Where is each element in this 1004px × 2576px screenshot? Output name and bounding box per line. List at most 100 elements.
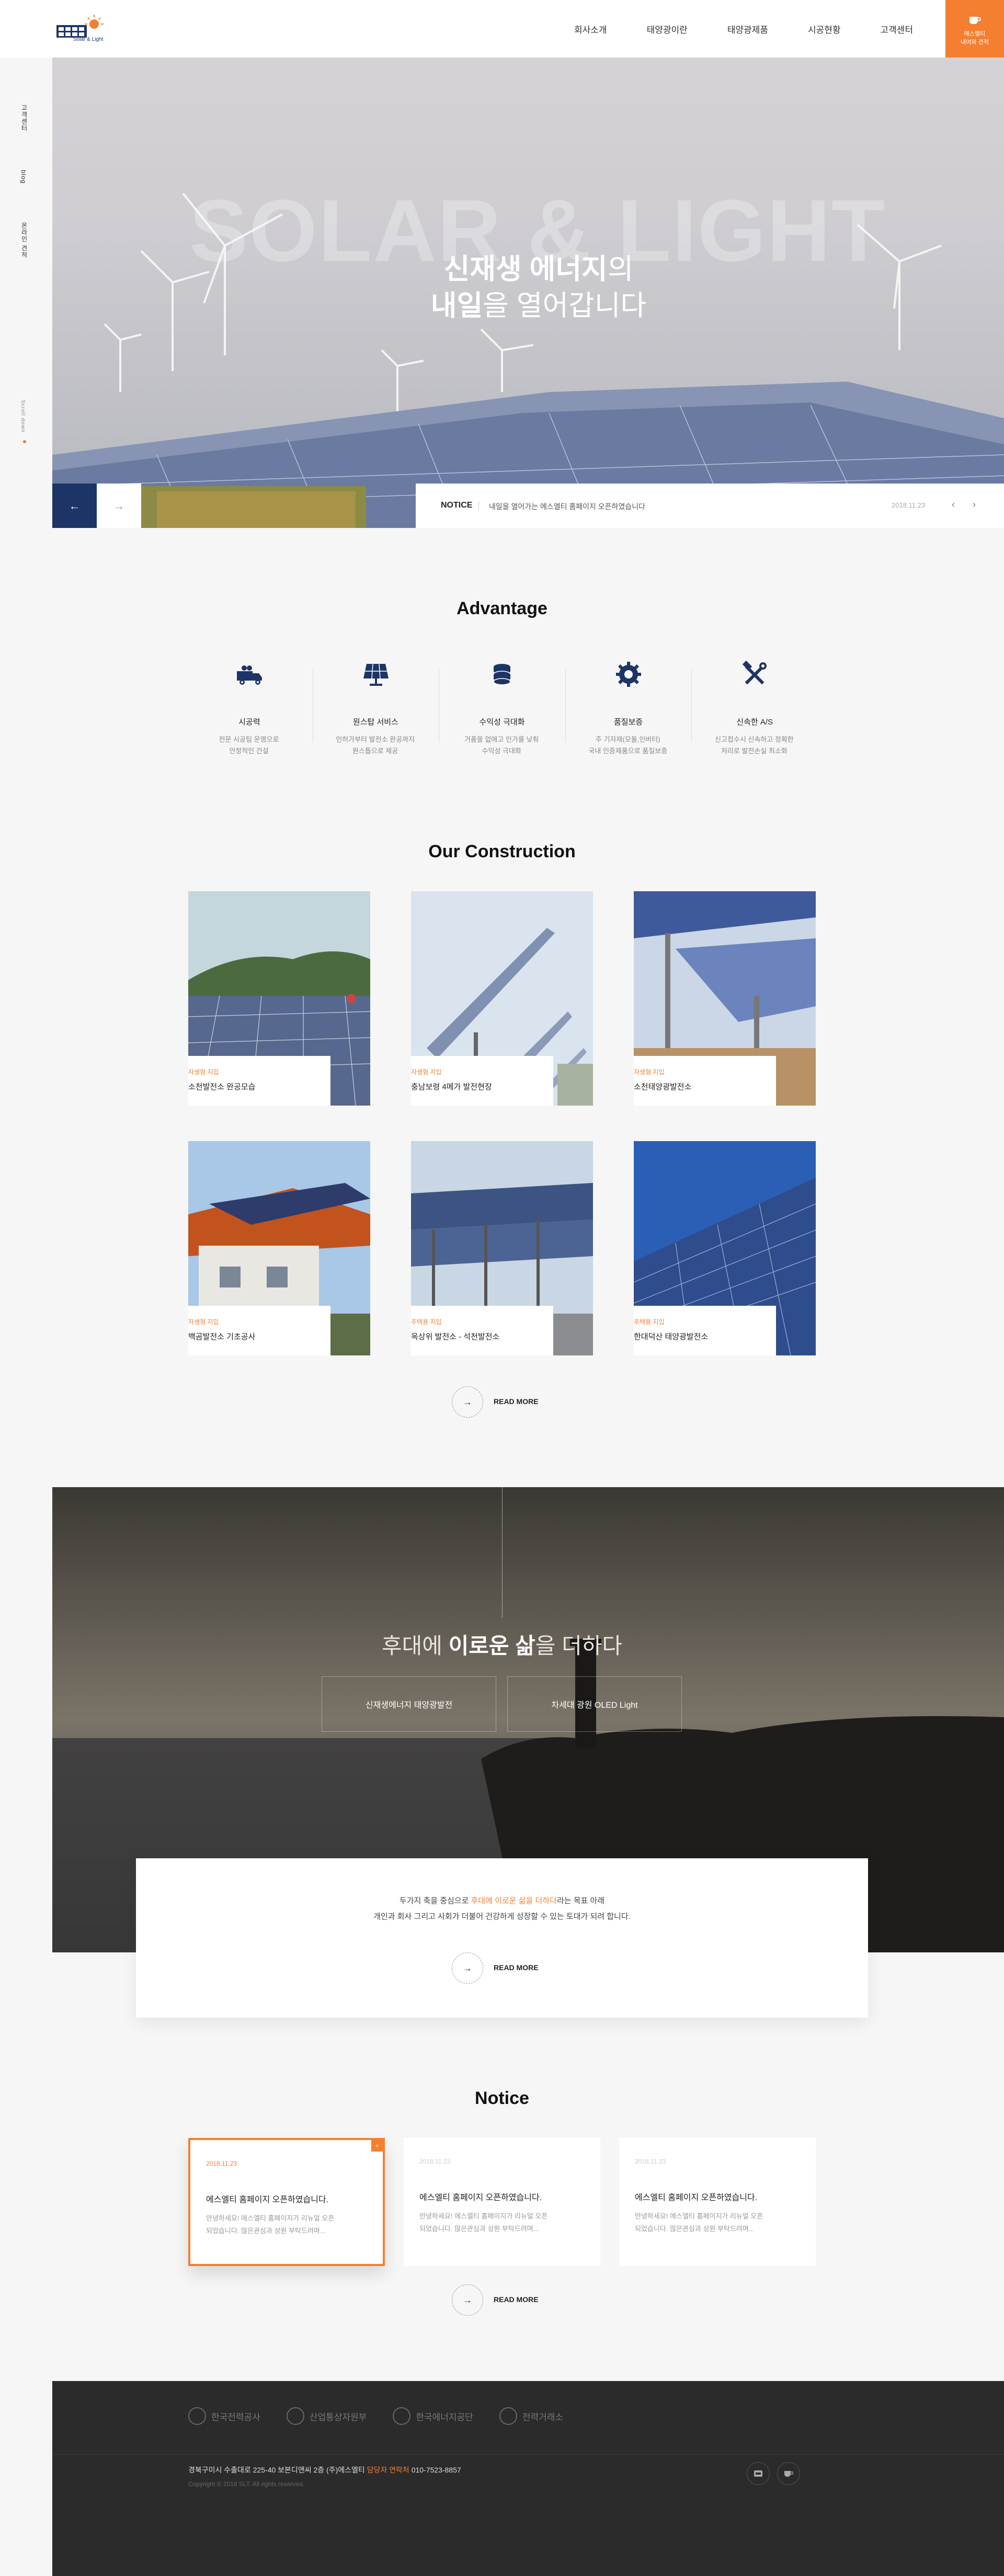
kepco-logo-icon (188, 2407, 206, 2425)
advantage-desc: 거품을 없애고 인가를 낮춰 수익성 극대화 (464, 735, 539, 755)
logo-text: Solar & Light (73, 37, 104, 42)
notice-ticker-text[interactable]: 내일을 열어가는 에스엘티 홈페이지 오픈하였습니다 (489, 501, 645, 512)
construction-card[interactable]: 자생형 지입 백곰발전소 기초공사 (188, 1141, 370, 1355)
promo-title: 후대에 이로운 삶을 더하다 (381, 1634, 623, 1658)
scroll-indicator (23, 440, 26, 443)
nav-support[interactable]: 고객센터 (881, 22, 914, 36)
promo-solar-button[interactable]: 신재생에너지 태양광발전 (322, 1676, 496, 1732)
arrow-right-icon: → (452, 1386, 483, 1418)
card-title: 충남보령 4메가 발전현장 (411, 1083, 492, 1091)
quote-button[interactable]: 에스엘티 내여와 견적 (945, 0, 1004, 58)
notice-card[interactable]: 2018.11.23 에스엘티 홈페이지 오픈하였습니다. 안녕하세요! 에스엘… (404, 2138, 600, 2266)
notice-ticker: NOTICE 내일을 열어가는 에스엘티 홈페이지 오픈하였습니다 2018.1… (416, 484, 1004, 528)
quote-label-1: 에스엘티 (964, 31, 986, 37)
divider (478, 501, 479, 510)
chevron-right-icon[interactable]: › (973, 499, 976, 510)
coins-icon (493, 664, 511, 685)
read-more-label: READ MORE (494, 1963, 539, 1972)
construction-card[interactable]: 자생형 지입 소천발전소 완공모습 (188, 891, 370, 1106)
main-nav: 회사소개 태양광이란 태양광제품 시공현황 고객센터 (554, 0, 933, 58)
nav-company[interactable]: 회사소개 (574, 22, 607, 36)
blog-icon (754, 2470, 762, 2477)
notice-card[interactable]: 2018.11.23 에스엘티 홈페이지 오픈하였습니다. 안녕하세요! 에스엘… (619, 2138, 816, 2266)
notice-card-title: 에스엘티 홈페이지 오픈하였습니다. (635, 2193, 758, 2202)
tools-icon (743, 660, 767, 685)
construction-card[interactable]: 주택용 지입 옥상위 발전소 - 석천발전소 (411, 1141, 593, 1355)
cup-icon (784, 2471, 793, 2477)
notice-card-body: 안녕하세요! 에스엘티 홈페이지가 리뉴얼 오픈 되었습니다. 많은관심과 성원 … (206, 2214, 335, 2235)
side-link-quote[interactable]: 온라인 견적 (20, 222, 29, 258)
motie-logo-icon (286, 2407, 304, 2425)
advantage-name: 신속한 A/S (736, 718, 773, 727)
construction-card[interactable]: 자생형 지입 충남보령 4메가 발전현장 (411, 891, 593, 1106)
advantage-desc: 주 기자재(모듈,인버터) 국내 인증제품으로 품질보증 (588, 735, 668, 755)
advantage-item: 시공력 전문 시공팀 운영으로 안정적인 건설 (186, 659, 313, 768)
hero-next-button[interactable]: → (97, 484, 141, 528)
card-caption: 주택용 지입 한대덕산 태양광발전소 (634, 1306, 776, 1355)
advantage-list: 시공력 전문 시공팀 운영으로 안정적인 건설 원스탑 서비스 인허가부터 발전소… (186, 659, 818, 768)
notice-date: 2018.11.23 (206, 2160, 237, 2167)
card-caption: 자생형 지입 충남보령 4메가 발전현장 (411, 1056, 553, 1106)
notice-card[interactable]: + 2018.11.23 에스엘티 홈페이지 오픈하였습니다. 안녕하세요! 에… (188, 2138, 385, 2266)
chevron-left-icon[interactable]: ‹ (952, 499, 955, 510)
construction-card[interactable]: 주택용 지입 한대덕산 태양광발전소 (634, 1141, 816, 1355)
arrow-right-icon: → (452, 2284, 483, 2316)
advantage-name: 수익성 극대화 (479, 718, 525, 727)
notice-card-body: 안녕하세요! 에스엘티 홈페이지가 리뉴얼 오픈 되었습니다. 많은관심과 성원 … (635, 2212, 763, 2233)
card-category: 자생형 지입 (411, 1068, 442, 1076)
hero-title-line2: 내일을 열어갑니다 (430, 290, 647, 321)
hero-banner: SOLAR & LIGHT 신재생 에너지의 내일을 열어갑니다 (52, 58, 1004, 528)
promo-text-line1: 두가지 축을 중심으로 후대에 이로운 삶을 더하다라는 목표 아래 (399, 1896, 605, 1905)
blog-link-button[interactable] (747, 2462, 770, 2485)
hero-controls: ← → (52, 484, 141, 528)
advantage-item: 원스탑 서비스 인허가부터 발전소 완공까지 원스톱으로 제공 (312, 659, 439, 768)
card-category: 자생형 지입 (188, 1318, 219, 1326)
partner-logo-motie[interactable]: 산업통상자원부 (286, 2407, 367, 2425)
partner-logo-kepco[interactable]: 한국전력공사 (188, 2407, 260, 2425)
notice-card-title: 에스엘티 홈페이지 오픈하였습니다. (206, 2195, 329, 2204)
arrow-left-icon: ← (69, 499, 81, 512)
partner-logo-energy-agency[interactable]: 한국에너지공단 (393, 2407, 473, 2425)
gear-icon (615, 662, 641, 687)
quote-label-2: 내여와 견적 (961, 39, 989, 45)
card-category: 자생형 지입 (188, 1068, 219, 1076)
footer-copyright: Copyright © 2018 SLT. All rights reserve… (188, 2480, 305, 2488)
cup-icon (969, 17, 981, 24)
advantage-desc: 전문 시공팀 운영으로 안정적인 건설 (219, 735, 279, 755)
kpx-logo-icon (499, 2407, 517, 2425)
advantage-item: 수익성 극대화 거품을 없애고 인가를 낮춰 수익성 극대화 (439, 659, 565, 768)
side-link-blog[interactable]: blog (20, 170, 27, 184)
advantage-name: 품질보증 (613, 718, 643, 727)
promo-oled-button[interactable]: 차세대 광원 OLED Light (507, 1676, 682, 1732)
side-link-support[interactable]: 고객센터 (20, 105, 29, 132)
truck-icon (237, 665, 262, 685)
hero-title-line1: 신재생 에너지의 (443, 254, 634, 285)
promo-info-box: 두가지 축을 중심으로 후대에 이로운 삶을 더하다라는 목표 아래 개인과 회… (136, 1858, 868, 2018)
advantage-desc: 인허가부터 발전소 완공까지 원스톱으로 제공 (336, 735, 415, 755)
card-category: 자생형 지입 (634, 1068, 665, 1076)
nav-about-solar[interactable]: 태양광이란 (647, 22, 688, 36)
footer-divider (52, 2454, 1004, 2455)
promo-divider-line (502, 1487, 503, 1618)
advantage-name: 원스탑 서비스 (352, 718, 398, 727)
card-category: 주택용 지입 (411, 1318, 442, 1326)
solar-panel-icon (363, 663, 389, 686)
read-more-label: READ MORE (494, 1397, 539, 1406)
card-title: 소천태양광발전소 (634, 1083, 692, 1091)
partner-logo-kpx[interactable]: 전력거래소 (499, 2407, 563, 2425)
arrow-right-icon: → (452, 1952, 483, 1984)
hero-prev-button[interactable]: ← (52, 484, 97, 528)
cafe-link-button[interactable] (777, 2462, 800, 2485)
advantage-item: 품질보증 주 기자재(모듈,인버터) 국내 인증제품으로 품질보증 (565, 659, 692, 768)
nav-construction[interactable]: 시공현황 (808, 22, 841, 36)
side-bar: 고객센터 blog 온라인 견적 Scroll down (0, 58, 52, 528)
advantage-title: Advantage (457, 599, 547, 618)
advantage-name: 시공력 (238, 718, 260, 727)
arrow-right-icon: → (113, 499, 125, 512)
footer-address: 경북구미시 수출대로 225-40 보본디앤씨 2층 (주)에스엘티 담당자 연… (188, 2466, 461, 2474)
notice-date: 2018.11.23 (635, 2158, 666, 2165)
construction-title: Our Construction (428, 842, 576, 861)
nav-products[interactable]: 태양광제품 (727, 22, 768, 36)
construction-card[interactable]: 자생형 지입 소천태양광발전소 (634, 891, 816, 1106)
card-caption: 자생형 지입 소천태양광발전소 (634, 1056, 776, 1106)
